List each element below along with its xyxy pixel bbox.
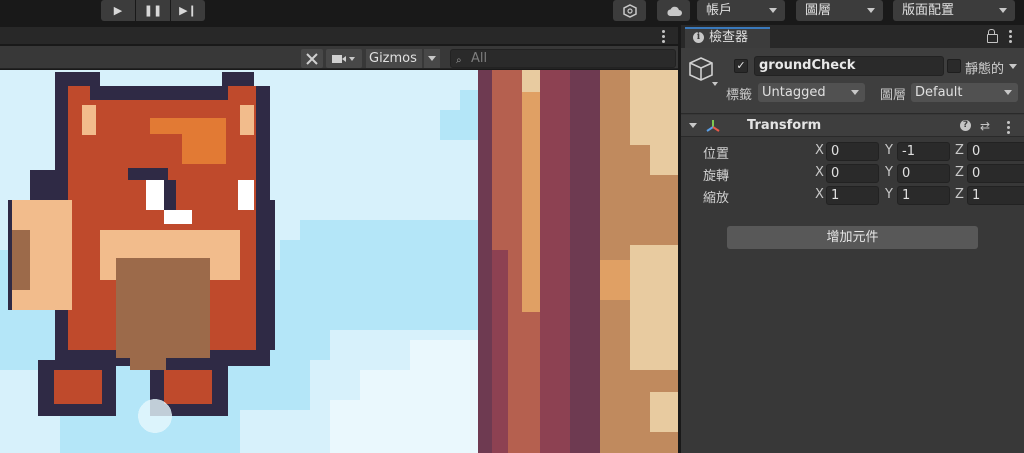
collab-icon	[622, 3, 637, 18]
axis-z-label: Z	[955, 143, 964, 158]
position-x-field[interactable]: 0	[826, 142, 879, 161]
tools-icon	[306, 52, 318, 65]
rotation-x-field[interactable]: 0	[826, 164, 879, 183]
presets-icon[interactable]: ⇄	[980, 119, 990, 133]
rotation-y-field[interactable]: 0	[897, 164, 950, 183]
ground-check-gizmo	[138, 399, 172, 433]
tab-inspector[interactable]: i 檢查器	[685, 27, 770, 48]
checkmark-icon: ✓	[736, 59, 746, 72]
layer-label: 圖層	[880, 88, 907, 103]
axis-z-label: Z	[955, 165, 964, 180]
help-icon[interactable]: ?	[960, 120, 971, 131]
scale-z-field[interactable]: 1	[967, 186, 1024, 205]
kebab-menu-icon[interactable]	[1007, 121, 1010, 136]
tools-button[interactable]	[301, 49, 323, 68]
axis-z-label: Z	[955, 187, 964, 202]
gameobject-cube-icon[interactable]	[688, 56, 714, 82]
pause-button[interactable]: ❚❚	[136, 0, 170, 21]
tab-inspector-label: 檢查器	[709, 30, 749, 45]
layout-dropdown[interactable]: 版面配置	[893, 0, 1015, 21]
gizmos-dropdown[interactable]	[424, 49, 440, 68]
layout-label: 版面配置	[902, 3, 955, 18]
foldout-arrow-icon[interactable]	[689, 123, 697, 128]
chevron-down-icon	[1004, 90, 1012, 95]
layer-dropdown[interactable]: Default	[911, 83, 1018, 102]
scene-search-input[interactable]: ⌕ All	[450, 49, 676, 68]
play-icon: ▶	[113, 4, 123, 17]
scene-tab-row	[0, 27, 678, 44]
tree-trunk	[478, 70, 678, 453]
add-component-button[interactable]: 增加元件	[727, 226, 978, 249]
chevron-down-icon[interactable]	[712, 82, 718, 86]
step-icon: ▶❙	[179, 4, 197, 17]
camera-icon	[332, 54, 355, 63]
tag-dropdown[interactable]: Untagged	[758, 83, 865, 102]
scale-label: 縮放	[703, 191, 730, 206]
kebab-menu-icon[interactable]	[662, 30, 665, 45]
object-name-field[interactable]: groundCheck	[754, 56, 944, 76]
account-label: 帳戶	[706, 3, 733, 18]
active-checkbox[interactable]: ✓	[734, 59, 748, 73]
chevron-down-icon	[769, 8, 777, 13]
chevron-down-icon	[867, 8, 875, 13]
chevron-down-icon[interactable]	[1009, 64, 1017, 69]
pause-icon: ❚❚	[143, 4, 163, 17]
axis-x-label: X	[815, 143, 824, 158]
play-button[interactable]: ▶	[101, 0, 135, 21]
camera-dropdown[interactable]	[326, 49, 362, 68]
object-header: ✓ groundCheck 靜態的 標籤 Untagged 圖層 Default	[681, 48, 1024, 114]
static-label: 靜態的	[965, 62, 1005, 77]
transform-icon	[706, 120, 720, 132]
search-icon: ⌕	[456, 55, 462, 66]
account-dropdown[interactable]: 帳戶	[697, 0, 785, 21]
step-button[interactable]: ▶❙	[171, 0, 205, 21]
rotation-label: 旋轉	[703, 169, 730, 184]
position-label: 位置	[703, 147, 730, 162]
static-checkbox[interactable]	[947, 59, 961, 73]
cloud-icon	[666, 6, 682, 16]
position-y-field[interactable]: -1	[897, 142, 950, 161]
axis-x-label: X	[815, 165, 824, 180]
kebab-menu-icon[interactable]	[1009, 30, 1012, 45]
cloud-button[interactable]	[657, 0, 690, 21]
position-z-field[interactable]: 0	[967, 142, 1024, 161]
main-toolbar: ▶ ❚❚ ▶❙ 帳戶 圖層 版面配置	[0, 0, 1024, 25]
layers-dropdown[interactable]: 圖層	[796, 0, 883, 21]
playmode-controls: ▶ ❚❚ ▶❙	[101, 0, 206, 21]
layers-label: 圖層	[805, 3, 832, 18]
axis-y-label: Y	[885, 165, 893, 180]
scene-toolbar: Gizmos ⌕ All	[0, 46, 678, 69]
scene-artwork	[0, 70, 678, 453]
fox-sprite	[8, 72, 275, 416]
lock-icon[interactable]	[987, 29, 998, 43]
inspector-tab-row: i 檢查器	[681, 25, 1024, 48]
scale-x-field[interactable]: 1	[826, 186, 879, 205]
axis-x-label: X	[815, 187, 824, 202]
axis-y-label: Y	[885, 143, 893, 158]
chevron-down-icon	[999, 8, 1007, 13]
search-placeholder: All	[471, 51, 488, 66]
rotation-z-field[interactable]: 0	[967, 164, 1024, 183]
inspector-panel: i 檢查器 ✓ groundCheck 靜態的 標籤 Untagged 圖層 D…	[681, 25, 1024, 453]
collab-button[interactable]	[613, 0, 646, 21]
layer-value: Default	[915, 85, 963, 100]
scale-y-field[interactable]: 1	[897, 186, 950, 205]
tag-value: Untagged	[762, 85, 826, 100]
transform-title: Transform	[747, 118, 822, 133]
info-icon: i	[693, 32, 704, 43]
gizmos-button[interactable]: Gizmos	[366, 49, 422, 68]
axis-y-label: Y	[885, 187, 893, 202]
tag-label: 標籤	[726, 88, 753, 103]
transform-component-header[interactable]: Transform ? ⇄	[681, 115, 1024, 137]
chevron-down-icon	[851, 90, 859, 95]
scene-viewport[interactable]	[0, 70, 678, 453]
